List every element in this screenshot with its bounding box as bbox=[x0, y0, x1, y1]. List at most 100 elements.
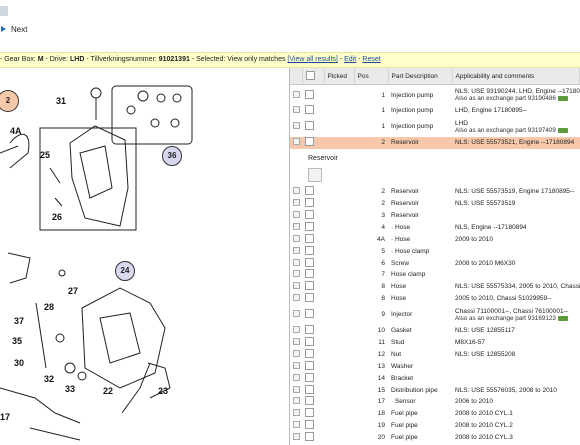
callout-36[interactable]: 36 bbox=[162, 146, 182, 166]
table-row[interactable]: 17 · Sensor 2006 to 2010 bbox=[290, 396, 580, 408]
picked-checkbox[interactable] bbox=[305, 121, 314, 131]
expand-icon[interactable] bbox=[293, 138, 300, 146]
table-row[interactable]: 7 Hose clamp bbox=[290, 269, 580, 281]
expand-icon[interactable] bbox=[293, 397, 300, 405]
table-row[interactable]: 11 Stud M8X16-57 bbox=[290, 337, 580, 349]
picked-checkbox[interactable] bbox=[305, 281, 314, 291]
picked-checkbox[interactable] bbox=[305, 89, 314, 99]
picked-checkbox[interactable] bbox=[305, 186, 314, 196]
image-thumbnail-icon[interactable] bbox=[308, 167, 322, 182]
table-row[interactable]: 1 Injection pump NLS: USE 93190244, LHD, E… bbox=[290, 85, 580, 106]
table-row[interactable]: 1 Injection pump LHD, Engine 17180895-- bbox=[290, 105, 580, 117]
expand-icon[interactable] bbox=[293, 326, 300, 334]
picked-checkbox[interactable] bbox=[305, 337, 314, 347]
expand-icon[interactable] bbox=[293, 106, 300, 114]
picked-checkbox[interactable] bbox=[305, 309, 314, 319]
expand-icon[interactable] bbox=[293, 385, 300, 393]
row-pos: 9 bbox=[381, 311, 385, 319]
row-pos: 8 bbox=[381, 283, 385, 291]
expand-icon[interactable] bbox=[293, 409, 300, 417]
table-row[interactable]: 8 Hose 2005 to 2010, Chassi 51029959-- bbox=[290, 293, 580, 305]
picked-checkbox[interactable] bbox=[305, 432, 314, 442]
picked-checkbox[interactable] bbox=[305, 257, 314, 267]
expand-icon[interactable] bbox=[293, 270, 300, 278]
expand-icon[interactable] bbox=[293, 338, 300, 346]
reset-link[interactable]: Reset bbox=[362, 56, 380, 63]
table-row[interactable]: 6 Screw 2008 to 2010 M6X30 bbox=[290, 257, 580, 269]
picked-checkbox[interactable] bbox=[305, 105, 314, 115]
table-row[interactable]: 12 Nut NLS: USE 12855208 bbox=[290, 348, 580, 360]
table-row[interactable]: 4A · Hose 2009 to 2010 bbox=[290, 233, 580, 245]
expand-icon[interactable] bbox=[293, 294, 300, 302]
table-row[interactable]: 4 · Hose NLS, Engine --17180894 bbox=[290, 221, 580, 233]
exchange-part-icon[interactable] bbox=[557, 315, 568, 321]
table-row[interactable]: 18 Fuel pipe 2008 to 2010 CYL.1 bbox=[290, 408, 580, 420]
next-button[interactable]: Next bbox=[0, 22, 27, 36]
header-app[interactable]: Applicability and comments bbox=[452, 68, 580, 85]
table-row[interactable]: 15 Distribution pipe NLS: USE 55576035, 20… bbox=[290, 384, 580, 396]
picked-checkbox[interactable] bbox=[305, 198, 314, 208]
picked-checkbox[interactable] bbox=[305, 210, 314, 219]
row-pos: 6 bbox=[381, 259, 385, 267]
expand-icon[interactable] bbox=[293, 433, 300, 441]
picked-checkbox[interactable] bbox=[305, 372, 314, 382]
table-row[interactable]: 3 Reservoir bbox=[290, 210, 580, 222]
picked-checkbox[interactable] bbox=[305, 420, 314, 430]
expand-icon[interactable] bbox=[293, 258, 300, 266]
picked-checkbox[interactable] bbox=[305, 293, 314, 303]
picked-checkbox[interactable] bbox=[305, 360, 314, 370]
picked-checkbox[interactable] bbox=[305, 396, 314, 406]
view-all-link[interactable]: [View all results] bbox=[287, 56, 337, 63]
row-app bbox=[452, 245, 580, 257]
expand-icon[interactable] bbox=[293, 282, 300, 290]
table-row[interactable]: 2 Reservoir NLS: USE 55573519 bbox=[290, 198, 580, 210]
table-row[interactable]: 5 · Hose clamp bbox=[290, 245, 580, 257]
table-row[interactable]: 19 Fuel pipe 2008 to 2010 CYL.2 bbox=[290, 420, 580, 432]
header-picked-check[interactable] bbox=[302, 68, 325, 85]
table-row[interactable]: 10 Gasket NLS: USE 12855117 bbox=[290, 325, 580, 337]
expand-icon[interactable] bbox=[293, 222, 300, 230]
expand-icon[interactable] bbox=[293, 122, 300, 130]
back-handle[interactable] bbox=[0, 6, 8, 16]
row-app: 2005 to 2010, Chassi 51029959-- bbox=[455, 295, 552, 303]
callout-24[interactable]: 24 bbox=[115, 261, 135, 281]
expand-icon[interactable] bbox=[293, 349, 300, 357]
picked-checkbox[interactable] bbox=[305, 269, 314, 279]
expand-icon[interactable] bbox=[293, 373, 300, 381]
expand-icon[interactable] bbox=[293, 199, 300, 207]
expand-icon[interactable] bbox=[293, 187, 300, 195]
header-picked[interactable]: Picked bbox=[324, 68, 355, 85]
picked-checkbox[interactable] bbox=[305, 137, 314, 147]
table-row[interactable]: 14 Bracket bbox=[290, 372, 580, 384]
expand-icon[interactable] bbox=[293, 246, 300, 254]
expand-icon[interactable] bbox=[293, 234, 300, 242]
picked-checkbox[interactable] bbox=[305, 384, 314, 394]
expand-icon[interactable] bbox=[293, 361, 300, 369]
edit-link[interactable]: Edit bbox=[344, 56, 356, 63]
row-app: 2008 to 2010 CYL.1 bbox=[455, 410, 513, 418]
expand-icon[interactable] bbox=[293, 211, 300, 218]
expand-icon[interactable] bbox=[293, 310, 300, 318]
picked-checkbox[interactable] bbox=[305, 325, 314, 335]
header-pos[interactable]: Pos bbox=[354, 68, 389, 85]
table-row[interactable]: 13 Washer bbox=[290, 360, 580, 372]
picked-checkbox[interactable] bbox=[305, 245, 314, 255]
picked-checkbox[interactable] bbox=[305, 233, 314, 243]
picked-checkbox[interactable] bbox=[305, 221, 314, 231]
header-desc[interactable]: Part Description bbox=[388, 68, 453, 85]
expand-icon[interactable] bbox=[293, 90, 300, 98]
picked-checkbox[interactable] bbox=[305, 348, 314, 358]
expand-icon[interactable] bbox=[293, 421, 300, 429]
table-row[interactable]: 9 Injector Chassi 71100001--, Chassi 76100… bbox=[290, 305, 580, 325]
table-row[interactable]: 8 Hose NLS: USE 55575334, 2005 to 2010, Ch… bbox=[290, 281, 580, 293]
row-app: NLS: USE 55573519, Engine 17180895-- bbox=[455, 188, 575, 196]
exchange-part-icon[interactable] bbox=[557, 95, 568, 101]
row-pos: 2 bbox=[381, 200, 385, 208]
picked-checkbox[interactable] bbox=[305, 408, 314, 418]
table-row[interactable]: 2 Reservoir NLS: USE 55573519, Engine 1718… bbox=[290, 186, 580, 198]
table-row[interactable]: 2 Reservoir NLS: USE 55573521, Engine --17… bbox=[290, 136, 580, 149]
table-row[interactable]: 20 Fuel pipe 2008 to 2010 CYL.3 bbox=[290, 432, 580, 444]
exchange-part-icon[interactable] bbox=[557, 127, 568, 133]
row-desc: · Hose clamp bbox=[391, 247, 430, 255]
table-row[interactable]: 1 Injection pump LHD Also as an exchange pa… bbox=[290, 117, 580, 137]
